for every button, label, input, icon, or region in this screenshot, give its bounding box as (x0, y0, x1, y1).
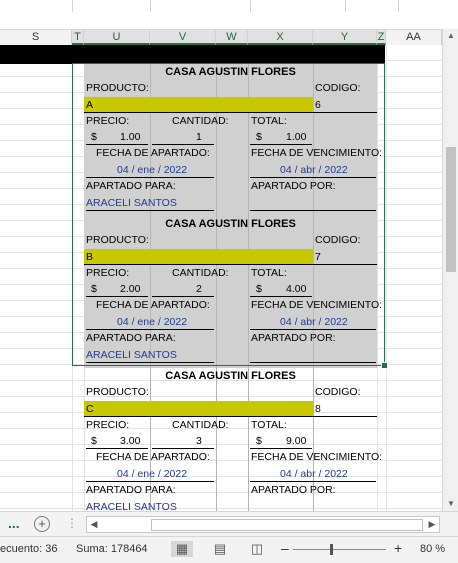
zoom-out-button[interactable]: – (281, 540, 289, 556)
fecha-vencimiento-value: 04 / abr / 2022 (280, 468, 348, 480)
selection-range[interactable] (72, 63, 388, 369)
horizontal-scrollbar[interactable]: ◀ ▶ (86, 516, 440, 533)
column-header-x[interactable]: X (248, 30, 313, 45)
zoom-slider-knob[interactable] (330, 544, 333, 555)
column-header-s[interactable]: S (0, 30, 72, 45)
codigo-label: CODIGO: (315, 386, 361, 398)
column-header-v[interactable]: V (150, 30, 216, 45)
zoom-in-button[interactable]: + (394, 540, 402, 556)
vertical-scroll-thumb[interactable] (446, 147, 456, 272)
page-break-preview-icon[interactable]: ◫ (246, 541, 268, 557)
codigo-value: 8 (315, 403, 321, 415)
column-header-y[interactable]: Y (313, 30, 377, 45)
horizontal-scroll-thumb[interactable] (151, 519, 423, 531)
underline (250, 481, 376, 482)
underline (152, 448, 214, 449)
sheet-tab-bar: ... + ⋮ ◀ ▶ (0, 511, 458, 536)
underline (313, 416, 377, 417)
status-bar: ecuento: 36 Suma: 178464 ▦ ▤ ◫ – + 80 % (0, 536, 458, 563)
add-sheet-button[interactable]: + (34, 516, 50, 532)
card-title: CASA AGUSTIN FLORES (165, 370, 296, 382)
strip-separator (250, 0, 251, 12)
column-header-u[interactable]: U (84, 30, 150, 45)
zoom-slider-track[interactable] (293, 549, 386, 550)
column-headers: S T U V W X Y Z AA (0, 29, 442, 46)
column-header-aa[interactable]: AA (386, 30, 442, 45)
underline (86, 481, 214, 482)
underline (84, 416, 313, 417)
black-header-row (0, 45, 385, 64)
producto-value: C (86, 403, 94, 415)
strip-separator (398, 0, 399, 12)
apartado-por-label: APARTADO POR: (251, 484, 336, 496)
precio-value: 3.00 (120, 435, 141, 447)
spreadsheet-grid[interactable]: CASA AGUSTIN FLORES PRODUCTO: CODIGO: A 6 PRE… (0, 45, 442, 511)
sum-indicator: Suma: 178464 (76, 543, 148, 555)
column-header-z[interactable]: Z (377, 30, 386, 45)
page-layout-icon[interactable]: ▤ (209, 541, 231, 557)
producto-label: PRODUCTO: (86, 386, 149, 398)
scroll-right-icon[interactable]: ▶ (425, 517, 439, 532)
fecha-apartado-value: 04 / ene / 2022 (117, 468, 188, 480)
vertical-scrollbar[interactable]: ▲ ▼ (442, 29, 458, 511)
normal-view-icon[interactable]: ▦ (171, 541, 193, 557)
splitter-handle[interactable]: ⋮ (66, 516, 78, 530)
precio-currency: $ (91, 435, 97, 447)
card-column-line (216, 368, 217, 511)
scroll-left-icon[interactable]: ◀ (87, 517, 101, 532)
apartado-para-value: ARACELI SANTOS (86, 501, 177, 511)
card-column-line (248, 368, 249, 511)
underline (86, 448, 148, 449)
zoom-level[interactable]: 80 % (420, 543, 445, 555)
total-value: 9.00 (286, 435, 307, 447)
column-header-w[interactable]: W (216, 30, 248, 45)
apartado-para-label: APARTADO PARA: (86, 484, 176, 496)
product-highlight (84, 401, 313, 416)
column-header-t[interactable]: T (72, 30, 84, 45)
fill-handle[interactable] (381, 362, 388, 369)
precio-label: PRECIO: (86, 419, 130, 431)
underline (250, 448, 312, 449)
count-indicator: ecuento: 36 (0, 543, 58, 555)
reservation-card: CASA AGUSTIN FLORES PRODUCTO: CODIGO: C 8 PRE… (84, 368, 382, 511)
strip-separator (72, 0, 73, 12)
top-strip (0, 0, 458, 13)
grid-column-line (386, 45, 387, 511)
fecha-apartado-label: FECHA DE APARTADO: (96, 451, 210, 463)
cantidad-label: CANTIDAD: (172, 419, 229, 431)
fecha-vencimiento-label: FECHA DE VENCIMIENTO: (251, 451, 383, 463)
more-sheets-button[interactable]: ... (8, 515, 20, 531)
total-currency: $ (256, 435, 262, 447)
scroll-down-icon[interactable]: ▼ (443, 497, 458, 511)
strip-separator (150, 0, 151, 12)
strip-separator (345, 0, 346, 12)
scroll-up-icon[interactable]: ▲ (443, 29, 458, 43)
total-label: TOTAL: (251, 419, 287, 431)
cantidad-value: 3 (196, 435, 202, 447)
